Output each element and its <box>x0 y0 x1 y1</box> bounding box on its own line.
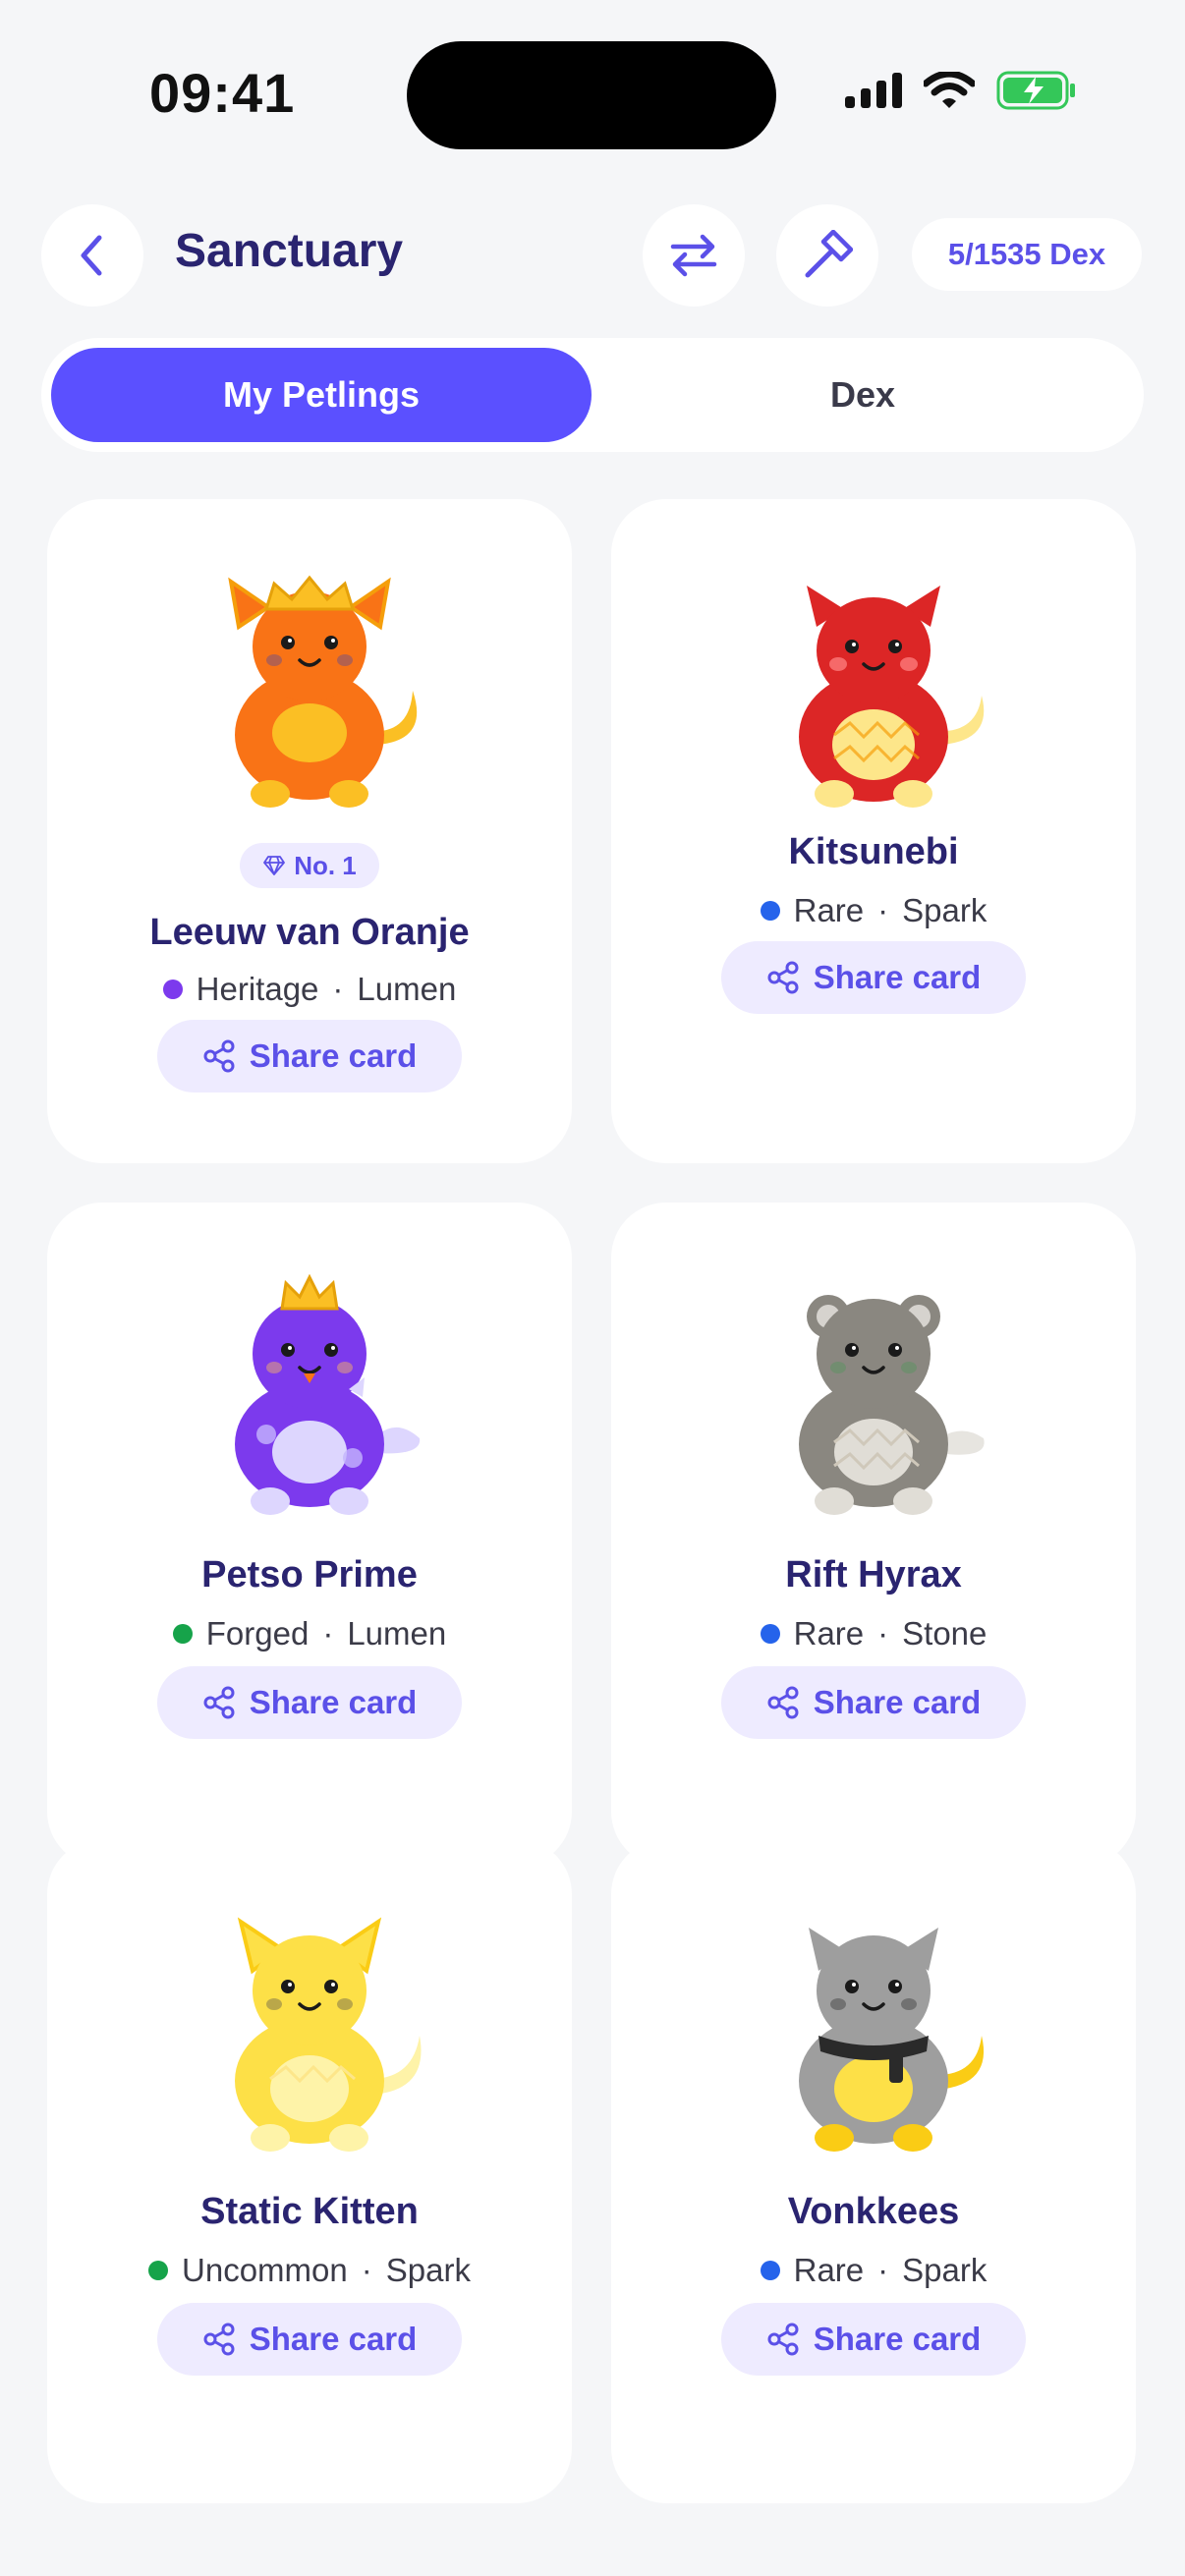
tab-my-petlings[interactable]: My Petlings <box>51 348 592 442</box>
rarity-dot <box>760 1624 780 1644</box>
petling-name: Leeuw van Oranje <box>149 912 470 953</box>
rarity-label: Rare <box>793 2252 865 2288</box>
status-time: 09:41 <box>149 62 296 124</box>
rarity-dot <box>162 980 183 999</box>
share-icon <box>767 1686 799 1719</box>
petling-name: Rift Hyrax <box>785 1554 962 1596</box>
element-label: Stone <box>902 1615 988 1652</box>
element-label: Lumen <box>347 1615 447 1652</box>
status-bar: 09:41 <box>0 0 1185 167</box>
rank-badge-label: No. 1 <box>294 850 357 880</box>
petling-image <box>235 1917 422 2152</box>
back-button[interactable] <box>41 204 143 307</box>
share-icon <box>203 2323 235 2356</box>
meta-separator: · <box>322 1615 334 1652</box>
hammer-icon <box>805 230 853 278</box>
petling-meta: Heritage · Lumen <box>47 971 572 1008</box>
element-label: Spark <box>902 892 988 928</box>
rank-badge: No. 1 <box>240 843 379 888</box>
segmented-tabs: My Petlings Dex <box>41 338 1144 452</box>
share-card-button[interactable]: Share card <box>721 2303 1026 2376</box>
share-icon <box>203 1039 235 1073</box>
petling-meta: Rare · Spark <box>611 892 1136 929</box>
rarity-label: Forged <box>205 1615 310 1652</box>
swap-button[interactable] <box>643 204 745 307</box>
swap-arrows-icon <box>670 234 717 277</box>
share-card-label: Share card <box>249 2321 418 2357</box>
meta-separator: · <box>361 2252 372 2288</box>
meta-separator: · <box>877 892 889 928</box>
page-title: Sanctuary <box>175 225 404 277</box>
petling-name: Static Kitten <box>200 2191 419 2232</box>
petling-image <box>799 1295 985 1515</box>
status-icons <box>845 71 1077 110</box>
petling-meta: Rare · Spark <box>611 2252 1136 2289</box>
petling-meta: Uncommon · Spark <box>47 2252 572 2289</box>
tab-dex[interactable]: Dex <box>592 348 1134 442</box>
petling-image <box>235 1273 421 1515</box>
petling-image <box>799 1928 985 2152</box>
share-card-button[interactable]: Share card <box>721 941 1026 1014</box>
element-label: Spark <box>385 2252 471 2288</box>
share-card-button[interactable]: Share card <box>721 1666 1026 1739</box>
share-icon <box>767 2323 799 2356</box>
petling-name: Petso Prime <box>201 1554 418 1596</box>
petling-image <box>228 575 418 808</box>
forge-button[interactable] <box>776 204 878 307</box>
dynamic-island <box>407 41 776 149</box>
petling-meta: Rare · Stone <box>611 1615 1136 1652</box>
petling-name: Kitsunebi <box>788 831 959 872</box>
petling-card[interactable]: Kitsunebi Rare · Spark Share card <box>611 499 1136 1163</box>
rarity-label: Uncommon <box>182 2252 348 2288</box>
rarity-label: Heritage <box>196 971 319 1007</box>
header: Sanctuary 5/1535 Dex <box>0 200 1185 308</box>
meta-separator: · <box>332 971 344 1007</box>
rarity-dot <box>172 1624 193 1644</box>
rarity-dot <box>760 2261 780 2280</box>
share-card-label: Share card <box>813 2321 982 2357</box>
meta-separator: · <box>877 1615 889 1652</box>
rarity-label: Rare <box>793 1615 865 1652</box>
signal-icon <box>845 73 902 108</box>
petling-card[interactable]: Petso Prime Forged · Lumen Share card <box>47 1203 572 1867</box>
rarity-dot <box>148 2261 169 2280</box>
share-card-button[interactable]: Share card <box>157 1666 462 1739</box>
share-card-button[interactable]: Share card <box>157 2303 462 2376</box>
share-icon <box>767 961 799 994</box>
share-card-label: Share card <box>249 1684 418 1720</box>
element-label: Lumen <box>357 971 457 1007</box>
petling-card[interactable]: Vonkkees Rare · Spark Share card <box>611 1839 1136 2503</box>
element-label: Spark <box>902 2252 988 2288</box>
meta-separator: · <box>877 2252 889 2288</box>
petling-meta: Forged · Lumen <box>47 1615 572 1652</box>
diamond-icon <box>263 856 286 875</box>
petling-card[interactable]: Static Kitten Uncommon · Spark Share car… <box>47 1839 572 2503</box>
chevron-left-icon <box>81 235 102 276</box>
share-card-label: Share card <box>249 1037 418 1074</box>
share-card-label: Share card <box>813 1684 982 1720</box>
rarity-label: Rare <box>793 892 865 928</box>
battery-charging-icon <box>996 71 1075 110</box>
share-card-button[interactable]: Share card <box>157 1020 462 1092</box>
petling-card[interactable]: No. 1 Leeuw van Oranje Heritage · Lumen … <box>47 499 572 1163</box>
rarity-dot <box>760 901 780 921</box>
dex-counter[interactable]: 5/1535 Dex <box>912 218 1142 291</box>
share-icon <box>203 1686 235 1719</box>
share-card-label: Share card <box>813 959 982 995</box>
petling-name: Vonkkees <box>787 2191 960 2232</box>
wifi-icon <box>924 72 975 108</box>
petling-image <box>799 586 985 808</box>
petling-card[interactable]: Rift Hyrax Rare · Stone Share card <box>611 1203 1136 1867</box>
